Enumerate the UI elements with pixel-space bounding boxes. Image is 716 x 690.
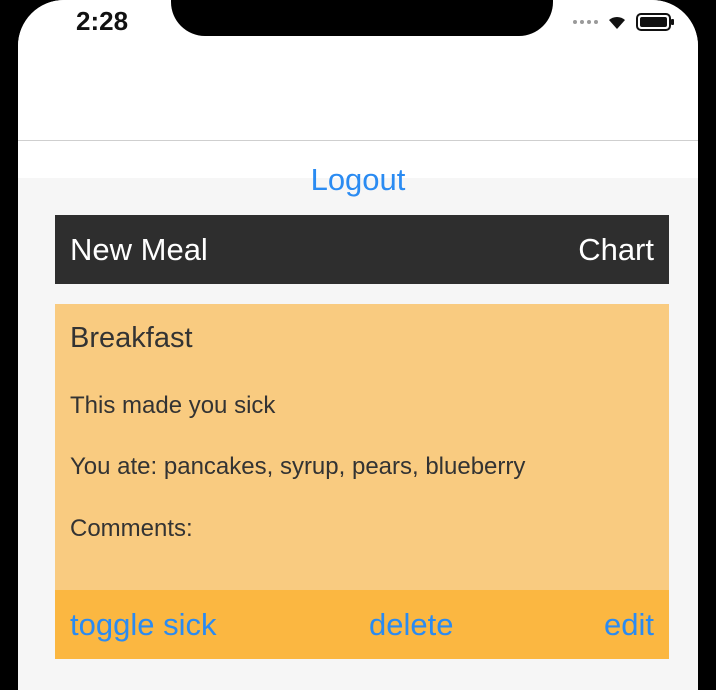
navigation-bar — [18, 48, 698, 141]
signal-icon — [573, 20, 598, 24]
status-time: 2:28 — [76, 6, 129, 36]
status-icons — [573, 12, 676, 32]
new-meal-button[interactable]: New Meal — [70, 232, 208, 268]
foods-eaten-text: You ate: pancakes, syrup, pears, blueber… — [70, 453, 526, 480]
sick-status-text: This made you sick — [70, 392, 276, 419]
delete-button[interactable]: delete — [369, 607, 453, 643]
meal-actions-bar: toggle sick delete edit — [55, 590, 669, 659]
comments-text: Comments: — [70, 515, 193, 542]
device-frame: 2:28 Logout New Meal Chart Breakfast Thi… — [0, 0, 716, 690]
logout-button[interactable]: Logout — [18, 162, 698, 198]
wifi-icon — [606, 13, 628, 31]
chart-button[interactable]: Chart — [578, 232, 654, 268]
meal-card: Breakfast This made you sick You ate: pa… — [55, 304, 669, 659]
device-notch — [171, 0, 553, 36]
meal-toolbar: New Meal Chart — [55, 215, 669, 284]
toggle-sick-button[interactable]: toggle sick — [70, 607, 216, 643]
app-screen: 2:28 Logout New Meal Chart Breakfast Thi… — [18, 0, 698, 690]
edit-button[interactable]: edit — [604, 607, 654, 643]
meal-title: Breakfast — [70, 322, 193, 354]
battery-icon — [636, 12, 676, 32]
